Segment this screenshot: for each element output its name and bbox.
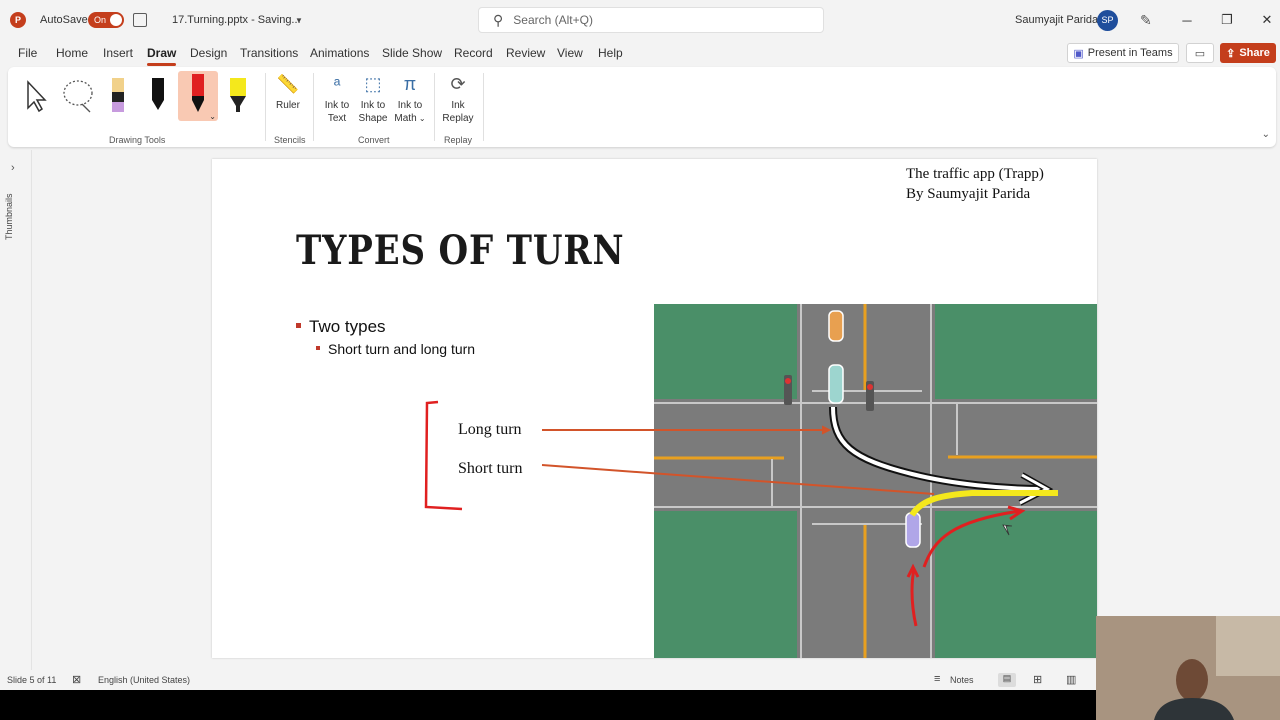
thumbnails-pane[interactable]: › Thumbnails: [0, 150, 32, 670]
search-icon: ⚲: [493, 11, 504, 28]
car-icon: [828, 310, 844, 342]
pencil-icon: [112, 78, 124, 112]
group-drawing-tools: Drawing Tools: [109, 135, 166, 145]
share-icon: ⇪: [1226, 47, 1236, 60]
search-input[interactable]: ⚲ Search (Alt+Q): [478, 7, 824, 33]
accessibility-icon[interactable]: ⊠: [72, 673, 81, 686]
highlighter-button[interactable]: [218, 71, 258, 121]
tab-help[interactable]: Help: [598, 46, 623, 60]
powerpoint-window: P AutoSave On 17.Turning.pptx - Saving..…: [0, 0, 1280, 690]
autosave-toggle[interactable]: On: [88, 0, 124, 40]
search-placeholder: Search (Alt+Q): [513, 13, 593, 27]
slide-indicator[interactable]: Slide 5 of 11: [7, 675, 56, 685]
thumbnails-label: Thumbnails: [4, 193, 14, 240]
lasso-tool-button[interactable]: [58, 71, 98, 121]
tab-view[interactable]: View: [557, 46, 583, 60]
pen-icon: [152, 78, 164, 110]
comments-button[interactable]: ▭: [1186, 43, 1214, 63]
cursor-icon: [27, 80, 47, 113]
lasso-icon: [63, 80, 93, 113]
ink-to-math-icon: π: [403, 73, 417, 94]
divider: [313, 73, 314, 141]
ruler-label: Ruler: [276, 100, 300, 111]
ink-replay-label: Ink Replay: [442, 100, 474, 124]
chevron-right-icon[interactable]: ›: [11, 162, 15, 174]
autosave-label: AutoSave: [40, 14, 88, 26]
close-button[interactable]: ✕: [1244, 0, 1280, 40]
present-in-teams-button[interactable]: ▣ Present in Teams: [1067, 43, 1179, 63]
ink-to-shape-label: Ink to Shape: [358, 100, 388, 124]
file-name[interactable]: 17.Turning.pptx - Saving...: [172, 0, 301, 40]
pen-icon[interactable]: ✎: [1140, 0, 1152, 40]
divider: [434, 73, 435, 141]
tab-slide-show[interactable]: Slide Show: [382, 46, 442, 60]
long-turn-label[interactable]: Long turn: [458, 421, 522, 439]
status-bar: Slide 5 of 11 ⊠ English (United States) …: [0, 672, 1280, 690]
screen-bottom-bar: [0, 690, 1096, 720]
tab-review[interactable]: Review: [506, 46, 545, 60]
avatar[interactable]: SP: [1097, 0, 1118, 40]
reading-view-icon[interactable]: ▥: [1066, 673, 1076, 686]
ink-replay-button[interactable]: ⟳ Ink Replay: [438, 71, 478, 125]
chevron-down-icon: ⌄: [416, 114, 426, 123]
title-bar: P AutoSave On 17.Turning.pptx - Saving..…: [0, 0, 1280, 40]
tab-record[interactable]: Record: [454, 46, 493, 60]
notes-icon[interactable]: ≡: [934, 673, 940, 685]
black-pen-button[interactable]: [138, 71, 178, 121]
ink-to-shape-icon: ⬚: [364, 73, 382, 94]
ink-to-text-button[interactable]: ᵃ Ink to Text: [317, 71, 357, 125]
ink-to-text-icon: ᵃ: [333, 73, 341, 94]
normal-view-icon[interactable]: ▤: [998, 673, 1016, 687]
comment-icon: ▭: [1194, 47, 1206, 60]
traffic-light-red: [867, 384, 873, 390]
presenter-video-image: [1096, 616, 1280, 720]
chevron-down-icon[interactable]: ⌄: [209, 112, 216, 121]
language-indicator[interactable]: English (United States): [98, 675, 190, 685]
save-icon[interactable]: [133, 0, 147, 40]
teams-icon: ▣: [1073, 47, 1084, 60]
group-stencils: Stencils: [274, 135, 306, 145]
car-icon: [905, 512, 921, 548]
ink-to-math-button[interactable]: π Ink to Math ⌄: [390, 71, 430, 125]
chevron-down-icon[interactable]: ⌄: [1262, 129, 1270, 140]
slide-canvas[interactable]: The traffic app (Trapp) By Saumyajit Par…: [212, 159, 1097, 658]
present-label: Present in Teams: [1087, 47, 1173, 59]
ruler-button[interactable]: 📏 Ruler: [268, 71, 308, 112]
share-label: Share: [1239, 47, 1270, 59]
red-ink-bracket: [424, 400, 463, 511]
divider: [265, 73, 266, 141]
tab-insert[interactable]: Insert: [103, 46, 133, 60]
ink-to-shape-button[interactable]: ⬚ Ink to Shape: [353, 71, 393, 125]
replay-icon: ⟳: [450, 73, 466, 94]
tab-transitions[interactable]: Transitions: [240, 46, 298, 60]
ruler-icon: 📏: [276, 73, 300, 94]
car-icon: [828, 364, 844, 404]
ribbon: ⌄ Drawing Tools 📏 Ruler Stencils ᵃ Ink t…: [8, 67, 1276, 147]
group-replay: Replay: [444, 135, 473, 145]
slide-sorter-icon[interactable]: ⊞: [1033, 673, 1042, 686]
powerpoint-logo-icon: P: [10, 0, 30, 40]
tab-home[interactable]: Home: [56, 46, 88, 60]
chevron-down-icon[interactable]: ▼: [295, 0, 303, 40]
select-tool-button[interactable]: [16, 71, 56, 121]
user-name[interactable]: Saumyajit Parida: [1015, 0, 1098, 40]
intersection-illustration[interactable]: [212, 159, 1097, 658]
tab-design[interactable]: Design: [190, 46, 227, 60]
short-turn-label[interactable]: Short turn: [458, 460, 522, 478]
group-convert: Convert: [358, 135, 390, 145]
tab-draw[interactable]: Draw: [147, 46, 177, 66]
tab-animations[interactable]: Animations: [310, 46, 369, 60]
red-pen-button[interactable]: ⌄: [178, 71, 218, 121]
pen-icon: [192, 74, 204, 112]
divider: [483, 73, 484, 141]
highlighter-icon: [230, 78, 246, 112]
pencil-tool-button[interactable]: [98, 71, 138, 121]
share-button[interactable]: ⇪ Share: [1220, 43, 1276, 63]
notes-button[interactable]: Notes: [950, 675, 974, 685]
ink-to-text-label: Ink to Text: [324, 100, 350, 124]
webcam-overlay: [1096, 616, 1280, 720]
tab-file[interactable]: File: [18, 46, 37, 60]
traffic-light-red: [785, 378, 791, 384]
